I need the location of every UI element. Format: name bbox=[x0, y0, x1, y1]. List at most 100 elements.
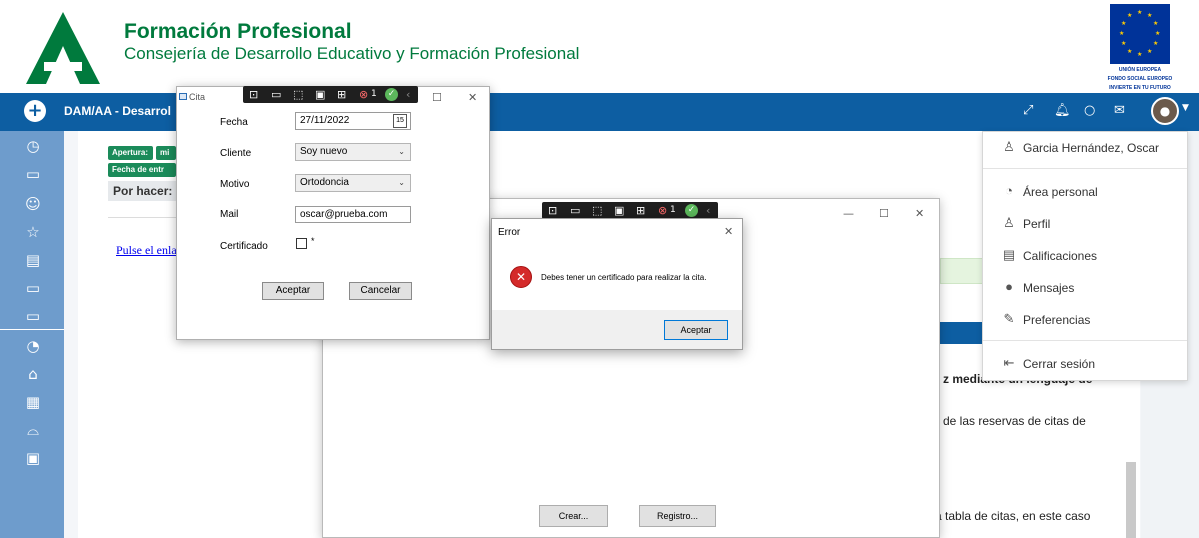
collapse-icon[interactable]: ‹ bbox=[406, 86, 410, 103]
site-header: Formación Profesional Consejería de Desa… bbox=[0, 0, 1199, 93]
menu-divider bbox=[983, 168, 1187, 169]
book-icon[interactable]: ▤ bbox=[25, 251, 41, 269]
text-line-3: a tabla de citas, en este caso bbox=[935, 509, 1091, 523]
messages-icon: ● bbox=[1005, 279, 1013, 294]
layout-icon[interactable]: ▣ bbox=[315, 86, 325, 103]
eu-text-3: INVIERTE EN TU FUTURO bbox=[1109, 85, 1171, 91]
error-count-badge: 1 bbox=[670, 205, 676, 215]
mail-icon[interactable]: ✉ bbox=[1114, 103, 1125, 119]
course-title[interactable]: DAM/AA - Desarrol bbox=[64, 104, 171, 118]
left-sidebar: ◷ ▭ ☺ ☆ ▤ ▭ ▭ ◔ ⌂ ▦ ⌓ ▣ bbox=[0, 131, 64, 538]
junta-andalucia-logo[interactable] bbox=[24, 10, 102, 86]
bell-icon[interactable]: 🔔︎ bbox=[1054, 103, 1071, 119]
calendar-icon[interactable]: ▦ bbox=[25, 393, 41, 411]
menu-item-preferencias[interactable]: ✎ Preferencias bbox=[983, 309, 1187, 331]
folder-icon[interactable]: ▭ bbox=[25, 279, 41, 297]
menu-item-cerrar-sesion[interactable]: ⇤ Cerrar sesión bbox=[983, 353, 1187, 375]
error-title: Error bbox=[498, 227, 521, 238]
menu-item-label: Preferencias bbox=[1023, 313, 1091, 327]
cancelar-button[interactable]: Cancelar bbox=[349, 282, 412, 300]
chevron-down-icon[interactable]: ▼ bbox=[1182, 103, 1189, 113]
close-icon[interactable]: ✕ bbox=[468, 91, 477, 105]
chat-icon[interactable]: ○ bbox=[1084, 103, 1095, 119]
content-divider bbox=[108, 217, 178, 218]
folder-icon[interactable]: ▭ bbox=[25, 307, 41, 325]
add-plus-icon[interactable]: + bbox=[24, 100, 46, 122]
avatar[interactable]: ● bbox=[1151, 97, 1179, 125]
ok-button[interactable]: Aceptar bbox=[664, 320, 728, 340]
scrollbar-thumb[interactable] bbox=[1126, 462, 1136, 538]
menu-item-calificaciones[interactable]: ▤ Calificaciones bbox=[983, 245, 1187, 267]
clipboard-icon[interactable]: ▣ bbox=[25, 449, 41, 467]
sidebar-divider bbox=[0, 329, 64, 330]
expand-icon[interactable]: ⤢ bbox=[1023, 103, 1033, 119]
close-icon[interactable]: ✕ bbox=[724, 225, 733, 239]
pointer-icon[interactable]: ⬚ bbox=[592, 202, 602, 219]
menu-item-label: Cerrar sesión bbox=[1023, 357, 1096, 371]
profile-icon: ♙ bbox=[1003, 215, 1015, 230]
certificado-label: Certificado bbox=[220, 241, 268, 252]
layout-icon[interactable]: ▣ bbox=[614, 202, 624, 219]
menu-item-label: Garcia Hernández, Oscar bbox=[1023, 141, 1160, 155]
logout-icon: ⇤ bbox=[1003, 355, 1015, 370]
aceptar-button[interactable]: Aceptar bbox=[262, 282, 324, 300]
fecha-label: Fecha bbox=[220, 117, 248, 128]
menu-item-area-personal[interactable]: ◔ Área personal bbox=[983, 181, 1187, 203]
registro-button[interactable]: Registro... bbox=[639, 505, 716, 527]
motivo-label: Motivo bbox=[220, 179, 250, 190]
mail-input[interactable]: oscar@prueba.com bbox=[295, 206, 411, 223]
minimize-icon[interactable]: — bbox=[843, 207, 854, 221]
menu-item-perfil[interactable]: ♙ Perfil bbox=[983, 213, 1187, 235]
tree-icon[interactable]: ⊞ bbox=[337, 86, 346, 103]
window-icon bbox=[179, 93, 187, 100]
check-icon[interactable]: ✓ bbox=[385, 88, 398, 101]
debug-toolbar: ⊡ ▭ ⬚ ▣ ⊞ ⊗ 1 ✓ ‹ bbox=[542, 202, 718, 219]
maximize-icon[interactable]: ☐ bbox=[432, 91, 442, 105]
display-icon[interactable]: ▭ bbox=[271, 86, 281, 103]
text-line-2: de las reservas de citas de bbox=[943, 414, 1086, 428]
fecha-value: 27/11/2022 bbox=[300, 115, 350, 126]
certificado-checkbox[interactable] bbox=[296, 238, 307, 249]
activity-link[interactable]: Pulse el enla bbox=[116, 243, 176, 258]
error-dialog: Error ✕ ✕ Debes tener un certificado par… bbox=[491, 218, 743, 350]
grades-icon: ▤ bbox=[1002, 247, 1016, 262]
menu-item-user[interactable]: ♙ Garcia Hernández, Oscar bbox=[983, 137, 1187, 159]
binding-error-icon[interactable]: ⊗ bbox=[359, 86, 368, 103]
maximize-icon[interactable]: ☐ bbox=[879, 207, 889, 221]
star-icon[interactable]: ☆ bbox=[25, 223, 41, 241]
binding-error-icon[interactable]: ⊗ bbox=[658, 202, 667, 219]
check-icon[interactable]: ✓ bbox=[685, 204, 698, 217]
gauge-icon[interactable]: ◔ bbox=[25, 337, 41, 355]
select-element-icon[interactable]: ⊡ bbox=[249, 86, 258, 103]
eu-text-1: UNIÓN EUROPEA bbox=[1118, 67, 1162, 73]
calendar-icon[interactable]: 15 bbox=[393, 114, 407, 128]
crear-button[interactable]: Crear... bbox=[539, 505, 608, 527]
user-icon[interactable]: ☺ bbox=[25, 195, 41, 213]
cita-dialog: Cita — ☐ ✕ Fecha 27/11/2022 15 Cliente S… bbox=[176, 86, 490, 340]
menu-item-label: Área personal bbox=[1023, 185, 1098, 199]
fecha-date-picker[interactable]: 27/11/2022 15 bbox=[295, 112, 411, 130]
delivery-date-badge: Fecha de entr bbox=[108, 163, 176, 177]
mail-label: Mail bbox=[220, 209, 239, 220]
dashboard-icon: ◔ bbox=[1005, 183, 1013, 198]
clock-icon[interactable]: ◷ bbox=[25, 137, 41, 155]
opening-badge: Apertura: bbox=[108, 146, 153, 160]
select-element-icon[interactable]: ⊡ bbox=[548, 202, 557, 219]
menu-item-mensajes[interactable]: ● Mensajes bbox=[983, 277, 1187, 299]
eu-fund-logo: ★ ★ ★ ★ ★ ★ ★ ★ ★ ★ ★ ★ UNIÓN EUROPEA FO… bbox=[1094, 4, 1186, 91]
cliente-select[interactable]: Soy nuevo ⌄ bbox=[295, 143, 411, 161]
user-dropdown-menu: ♙ Garcia Hernández, Oscar ◔ Área persona… bbox=[982, 131, 1188, 381]
pointer-icon[interactable]: ⬚ bbox=[293, 86, 303, 103]
folder-icon[interactable]: ▭ bbox=[25, 165, 41, 183]
graduation-cap-icon[interactable]: ⌓ bbox=[25, 421, 41, 439]
home-icon[interactable]: ⌂ bbox=[25, 365, 41, 383]
motivo-select[interactable]: Ortodoncia ⌄ bbox=[295, 174, 411, 192]
display-icon[interactable]: ▭ bbox=[570, 202, 580, 219]
close-icon[interactable]: ✕ bbox=[915, 207, 924, 221]
error-icon: ✕ bbox=[510, 266, 532, 288]
brand-subtitle: Consejería de Desarrollo Educativo y For… bbox=[124, 44, 580, 63]
tree-icon[interactable]: ⊞ bbox=[636, 202, 645, 219]
collapse-icon[interactable]: ‹ bbox=[706, 202, 710, 219]
menu-item-label: Perfil bbox=[1023, 217, 1051, 231]
required-mark: * bbox=[311, 236, 315, 246]
